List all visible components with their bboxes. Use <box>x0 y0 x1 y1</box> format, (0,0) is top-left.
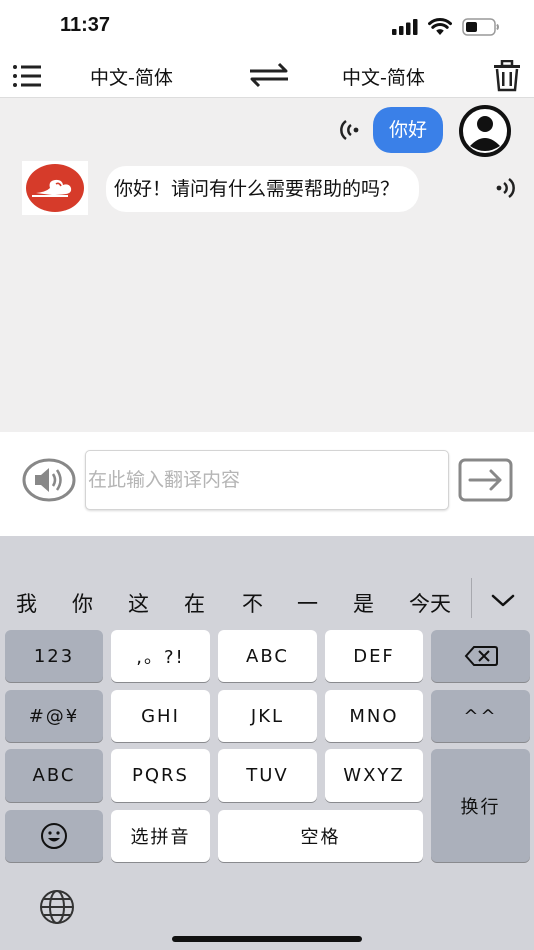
smiley-icon <box>41 823 67 849</box>
candidate-word[interactable]: 是 <box>353 588 374 618</box>
candidate-word[interactable]: 你 <box>72 588 93 618</box>
home-indicator <box>172 936 362 942</box>
candidate-word[interactable]: 我 <box>16 588 37 618</box>
play-audio-icon[interactable] <box>494 176 516 200</box>
key-select-pinyin[interactable]: 选拼音 <box>111 810 210 862</box>
trash-icon[interactable] <box>492 60 522 92</box>
key-punctuation[interactable]: ,。?! <box>111 630 210 682</box>
key-abc[interactable]: ABC <box>218 630 317 682</box>
key-pqrs[interactable]: PQRS <box>111 749 210 802</box>
key-jkl[interactable]: JKL <box>218 690 317 742</box>
backspace-icon <box>464 646 498 666</box>
space-key[interactable]: 空格 <box>218 810 423 862</box>
translate-text-input[interactable] <box>85 450 449 510</box>
key-newline[interactable]: 换行 <box>431 749 530 862</box>
battery-icon <box>462 18 499 36</box>
status-icons <box>392 18 500 36</box>
wifi-icon <box>428 18 452 35</box>
status-time: 11:37 <box>60 14 111 36</box>
source-language-selector[interactable]: 中文-简体 <box>90 63 173 90</box>
input-area <box>0 432 534 536</box>
emoji-key[interactable] <box>5 810 103 862</box>
key-emoticon[interactable]: ^^ <box>431 690 530 742</box>
user-message-bubble[interactable]: 你好 <box>373 107 444 153</box>
chevron-down-icon[interactable] <box>490 590 516 610</box>
key-wxyz[interactable]: WXYZ <box>325 749 423 802</box>
candidate-word[interactable]: 不 <box>242 588 263 618</box>
candidate-divider <box>471 578 472 618</box>
globe-icon[interactable] <box>38 888 76 926</box>
voice-input-toggle-icon[interactable] <box>21 457 77 503</box>
candidate-word[interactable]: 一 <box>297 588 318 618</box>
nav-bar: 中文-简体 中文-简体 <box>0 54 534 98</box>
key-tuv[interactable]: TUV <box>218 749 317 802</box>
swap-languages-icon[interactable] <box>246 60 292 90</box>
candidate-word[interactable]: 在 <box>184 588 205 618</box>
cellular-signal-icon <box>392 19 418 35</box>
keyboard: 我 你 这 在 不 一 是 今天 123 ,。?! ABC DEF #@¥ GH… <box>0 536 534 950</box>
key-123[interactable]: 123 <box>5 630 103 682</box>
key-symbols[interactable]: #@¥ <box>5 690 103 742</box>
send-arrow-icon[interactable] <box>458 458 513 502</box>
backspace-key[interactable] <box>431 630 530 682</box>
play-audio-icon[interactable] <box>339 118 361 142</box>
candidate-bar: 我 你 这 在 不 一 是 今天 <box>0 536 534 624</box>
key-def[interactable]: DEF <box>325 630 423 682</box>
target-language-selector[interactable]: 中文-简体 <box>342 63 425 90</box>
key-ghi[interactable]: GHI <box>111 690 210 742</box>
key-abc-mode[interactable]: ABC <box>5 749 103 802</box>
candidate-word[interactable]: 今天 <box>409 588 451 618</box>
bot-avatar <box>22 161 88 215</box>
menu-list-icon[interactable] <box>12 62 42 90</box>
user-avatar-icon <box>459 105 511 157</box>
chat-area: 你好 你好！请问有什么需要帮助的吗？ <box>0 98 534 432</box>
candidate-word[interactable]: 这 <box>128 588 149 618</box>
status-bar: 11:37 <box>0 0 534 54</box>
key-mno[interactable]: MNO <box>325 690 423 742</box>
bot-message-bubble[interactable]: 你好！请问有什么需要帮助的吗？ <box>106 166 420 212</box>
cloud-logo-icon <box>26 164 84 212</box>
